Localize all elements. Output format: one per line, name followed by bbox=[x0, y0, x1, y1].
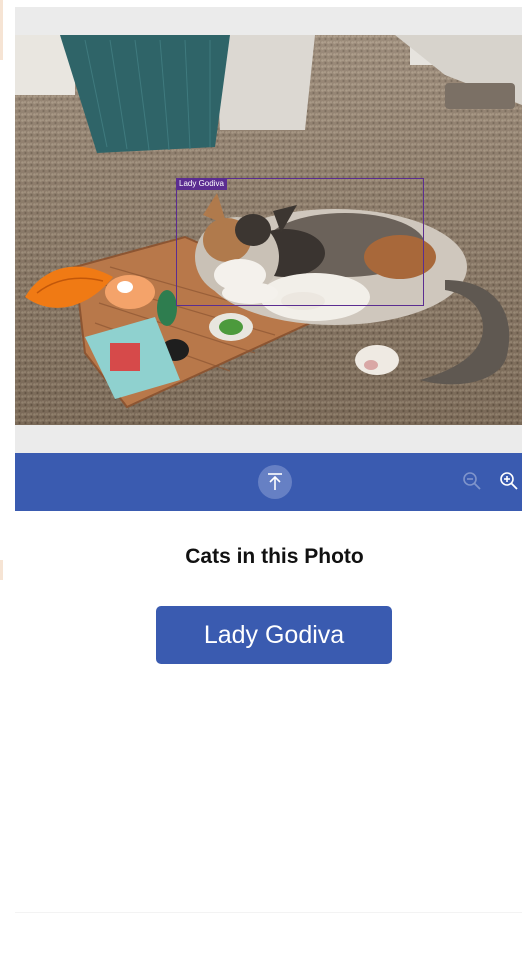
cat-photo: Lady Godiva bbox=[15, 35, 522, 425]
cats-in-photo-heading: Cats in this Photo bbox=[185, 545, 364, 568]
image-toolbar bbox=[15, 453, 522, 511]
cat-button-lady-godiva[interactable]: Lady Godiva bbox=[156, 606, 392, 664]
bottom-divider bbox=[15, 912, 522, 913]
edge-highlight bbox=[0, 560, 3, 580]
zoom-in-button[interactable] bbox=[496, 468, 522, 494]
detection-box: Lady Godiva bbox=[176, 178, 424, 306]
left-edge-strip bbox=[0, 0, 15, 954]
zoom-out-button[interactable] bbox=[459, 468, 485, 494]
zoom-out-icon bbox=[463, 472, 481, 490]
app-panel: Lady Godiva Cats in this Photo Lady Godi… bbox=[15, 0, 522, 954]
zoom-in-icon bbox=[500, 472, 518, 490]
detection-label: Lady Godiva bbox=[176, 178, 227, 190]
photo-viewer: Lady Godiva bbox=[15, 7, 522, 453]
edge-highlight bbox=[0, 0, 3, 60]
upload-arrow-icon bbox=[268, 473, 282, 490]
upload-button[interactable] bbox=[258, 465, 292, 499]
